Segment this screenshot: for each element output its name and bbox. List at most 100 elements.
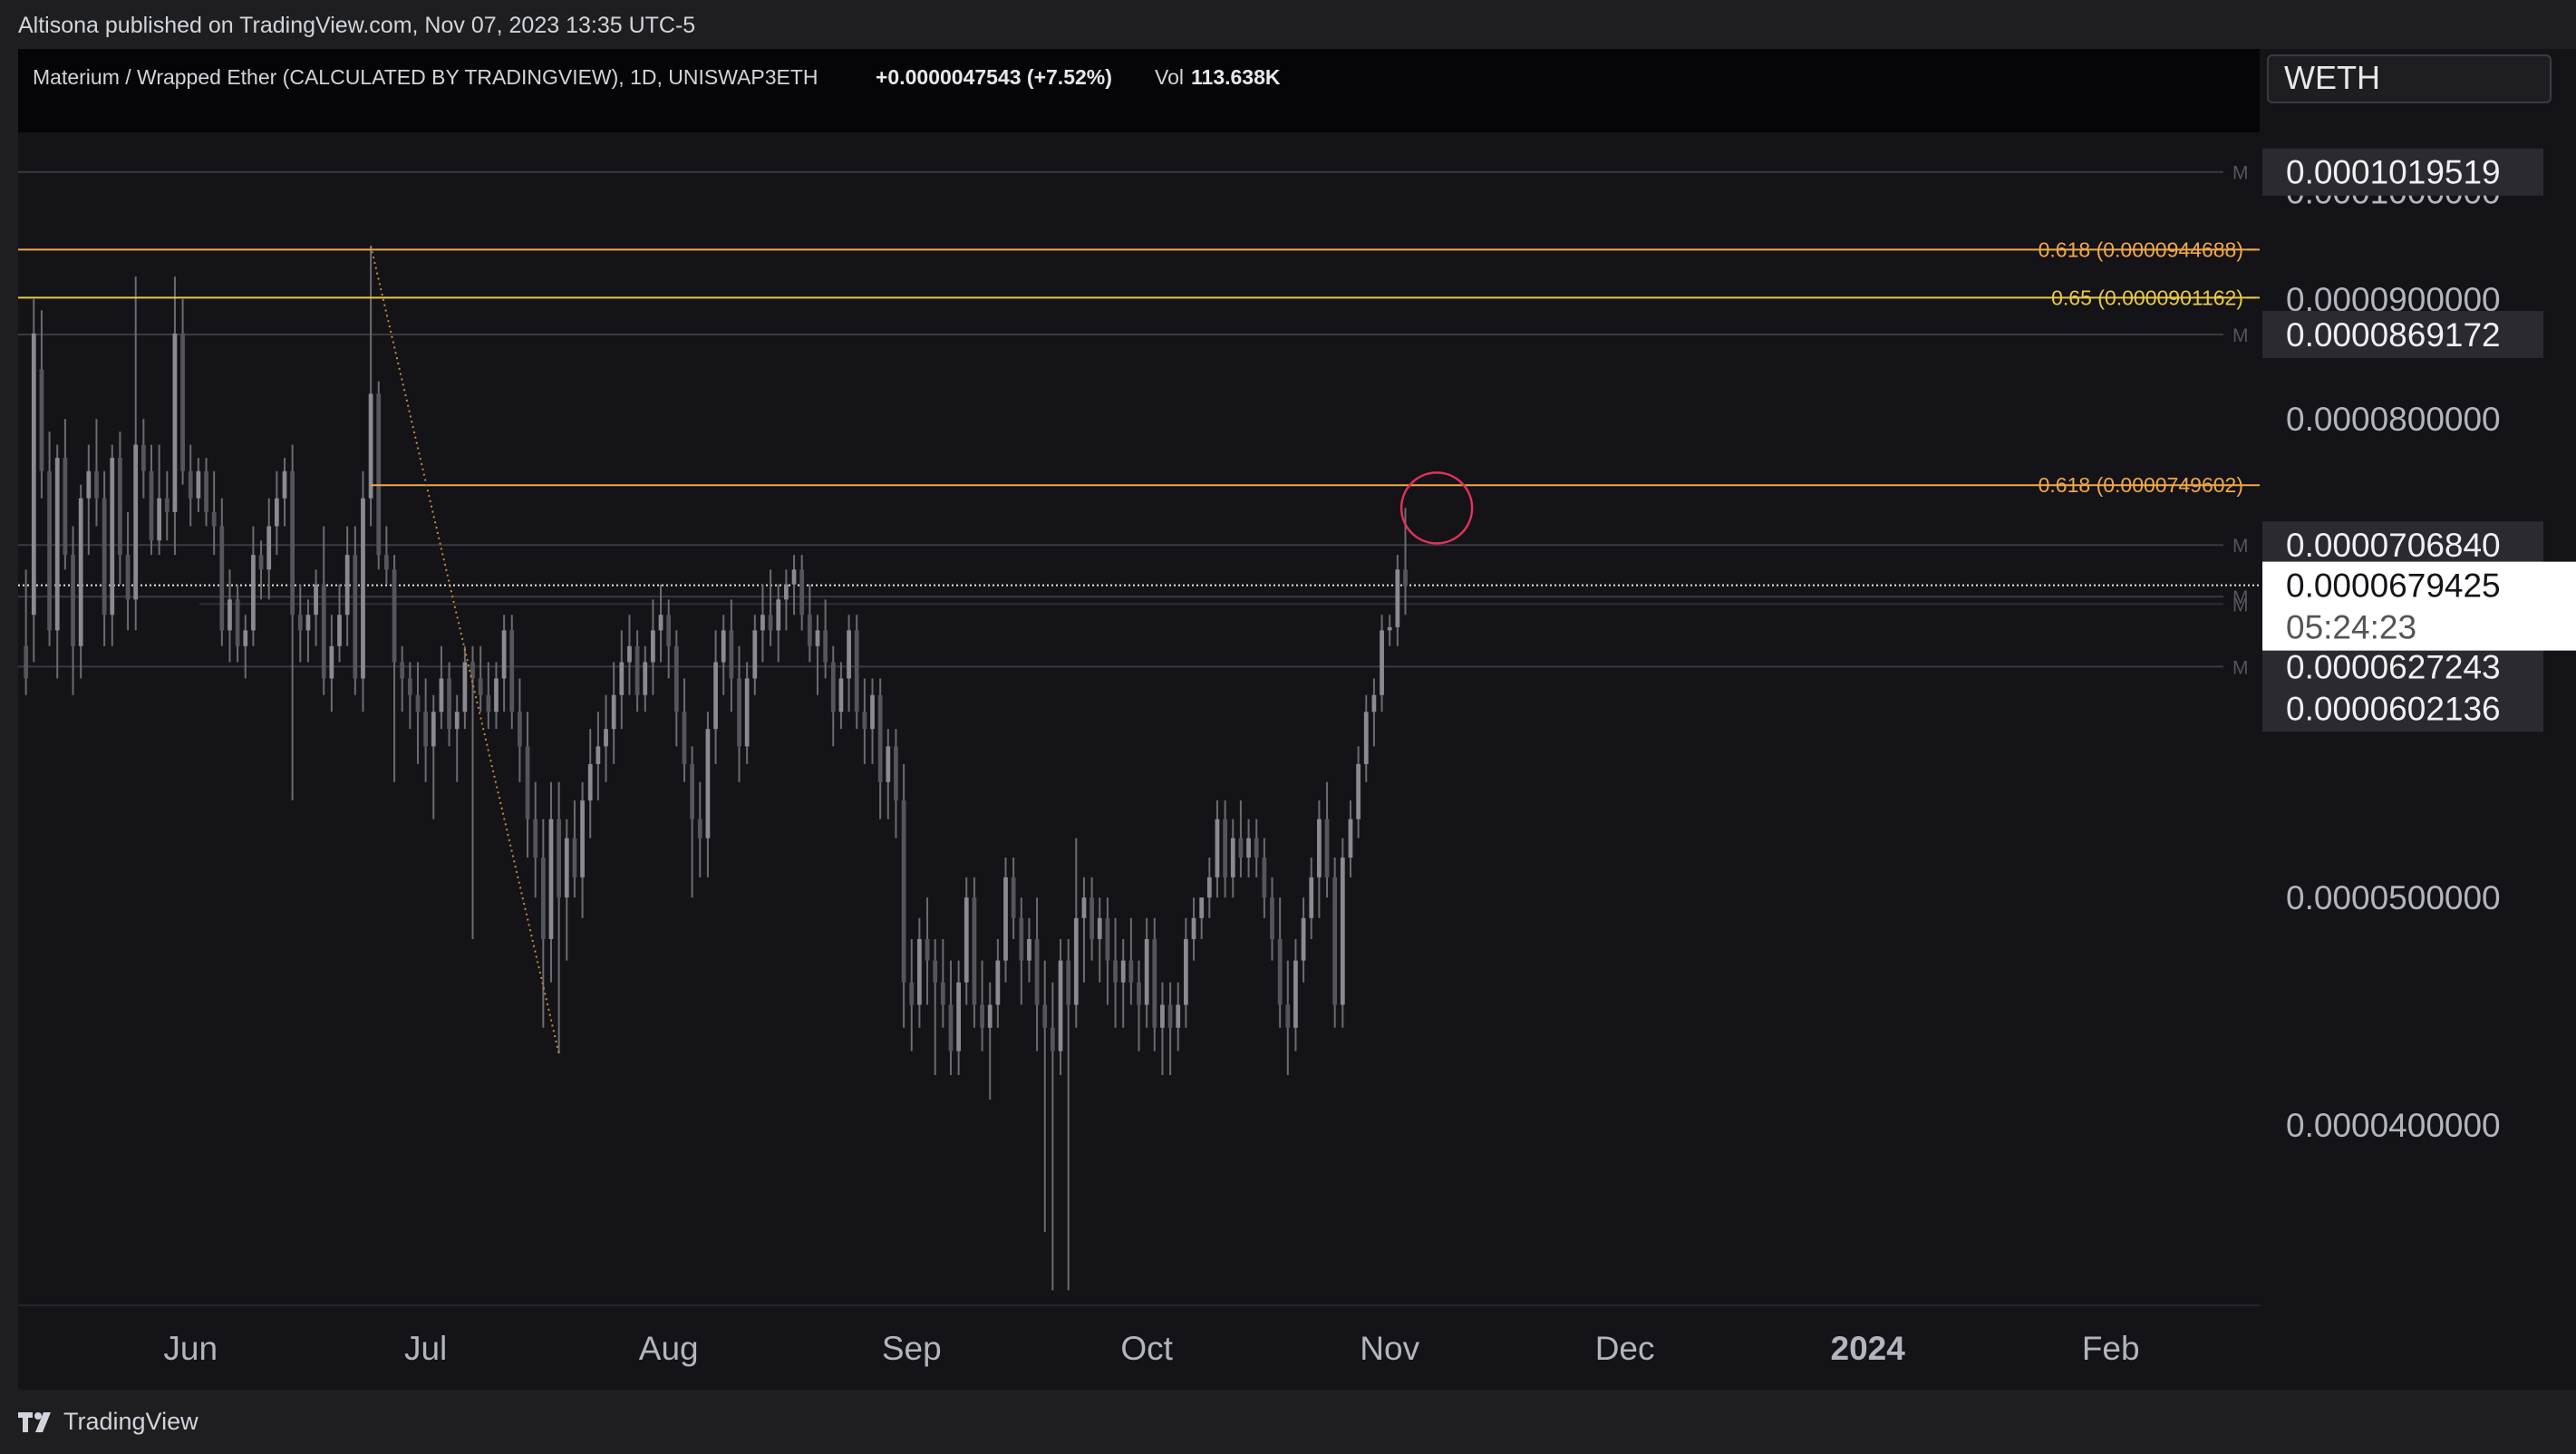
candle-body xyxy=(1285,1004,1291,1028)
candle-body xyxy=(164,498,169,512)
chart[interactable]: MMMMMM 0.618 (0.0000944688)0.65 (0.00009… xyxy=(0,0,2576,1454)
candle-body xyxy=(180,333,185,471)
candle-body xyxy=(1128,960,1134,983)
candle-body xyxy=(494,678,499,712)
candle-body xyxy=(1309,877,1314,918)
candle-body xyxy=(415,694,421,712)
candle-body xyxy=(1034,938,1040,1005)
candle-body xyxy=(1073,917,1079,1005)
candle-body xyxy=(282,470,287,499)
candle-body xyxy=(964,897,969,983)
candle-body xyxy=(454,712,460,730)
candle-body xyxy=(830,662,836,712)
x-tick-label: Jun xyxy=(163,1330,218,1367)
candle-body xyxy=(980,1004,984,1028)
candle[interactable] xyxy=(1332,858,1338,1028)
candle-body xyxy=(376,393,382,556)
candle-body xyxy=(1380,630,1384,695)
candle-body xyxy=(587,763,593,801)
bottom-bar: TradingView xyxy=(0,1390,2576,1454)
candle-body xyxy=(862,712,867,730)
candle-body xyxy=(478,678,483,695)
candle-body xyxy=(149,470,154,541)
candle-body xyxy=(63,458,68,556)
candle-body xyxy=(737,678,741,747)
x-tick-label: Feb xyxy=(2082,1330,2140,1367)
candle-body xyxy=(140,444,146,471)
candle-body xyxy=(110,458,115,616)
candle[interactable] xyxy=(509,615,515,730)
candle[interactable] xyxy=(1340,838,1345,1028)
candle-body xyxy=(1011,877,1016,918)
candle-body xyxy=(886,746,891,782)
candle-body xyxy=(321,584,326,679)
candle-body xyxy=(384,555,389,570)
candle-body xyxy=(78,498,83,646)
tradingview-logo-icon xyxy=(18,1411,51,1432)
candle-body xyxy=(1356,763,1361,819)
candle-body xyxy=(1160,1004,1165,1028)
candle-body xyxy=(815,630,820,646)
candle-body xyxy=(353,555,358,679)
candle-body xyxy=(1144,938,1149,1005)
candle-body xyxy=(1371,694,1377,712)
candle-body xyxy=(392,569,397,663)
candle-body xyxy=(1113,960,1118,983)
candle-body xyxy=(1137,982,1141,1005)
candle-body xyxy=(956,982,962,1052)
candle-body xyxy=(564,838,569,898)
candle-body xyxy=(94,470,99,499)
candle-body xyxy=(258,555,264,570)
candle-body xyxy=(344,555,350,616)
y-tick-label: 0.0000800000 xyxy=(2286,401,2501,438)
candle-body xyxy=(31,333,36,616)
legend-change: +0.0000047543 (+7.52%) xyxy=(876,65,1112,89)
candle-body xyxy=(877,694,883,782)
candle-body xyxy=(243,630,248,646)
candle-body xyxy=(1270,897,1274,939)
candle-body xyxy=(297,615,303,631)
candle-body xyxy=(940,982,945,1005)
candle-body xyxy=(86,470,92,499)
candle-body xyxy=(1027,938,1031,961)
candle[interactable] xyxy=(31,298,36,663)
candle-body xyxy=(596,746,601,764)
candle-body xyxy=(713,662,718,730)
current-price-label: 0.0000679425 xyxy=(2286,567,2501,605)
candle-body xyxy=(1184,938,1188,1005)
candle[interactable] xyxy=(854,615,859,730)
x-tick-label: Sep xyxy=(882,1330,942,1367)
candle[interactable] xyxy=(361,470,365,712)
candle-body xyxy=(760,615,765,631)
candle-body xyxy=(1058,960,1063,1052)
price-label: 0.0000706840 xyxy=(2286,527,2501,564)
candle-body xyxy=(823,630,828,663)
candle-body xyxy=(1403,569,1408,586)
x-tick-label: 2024 xyxy=(1831,1330,1906,1367)
candle-body xyxy=(854,630,859,712)
candle-body xyxy=(1332,877,1338,1005)
candle-body xyxy=(1105,917,1110,961)
price-line-marker: M xyxy=(2232,657,2249,678)
price-label: 0.0000627243 xyxy=(2286,648,2501,685)
tradingview-logo[interactable]: TradingView xyxy=(18,1408,199,1436)
candle-body xyxy=(682,712,687,764)
legend-vol-label: Vol xyxy=(1155,65,1184,89)
candle-body xyxy=(118,458,122,556)
candle-body xyxy=(838,678,844,712)
candle-body xyxy=(407,678,412,695)
candle-body xyxy=(909,982,915,1005)
candle-body xyxy=(729,630,734,679)
candle-body xyxy=(768,615,773,631)
candle-body xyxy=(604,729,608,747)
candle-body xyxy=(274,498,279,527)
candle-body xyxy=(204,470,208,512)
candle-body xyxy=(752,630,758,679)
candle-body xyxy=(1019,917,1024,961)
candle-body xyxy=(1199,897,1205,918)
candle-body xyxy=(1003,877,1008,961)
price-label: 0.0001019519 xyxy=(2286,154,2501,191)
candle-body xyxy=(266,526,272,570)
candle-body xyxy=(987,1004,993,1028)
candle[interactable] xyxy=(376,381,382,570)
